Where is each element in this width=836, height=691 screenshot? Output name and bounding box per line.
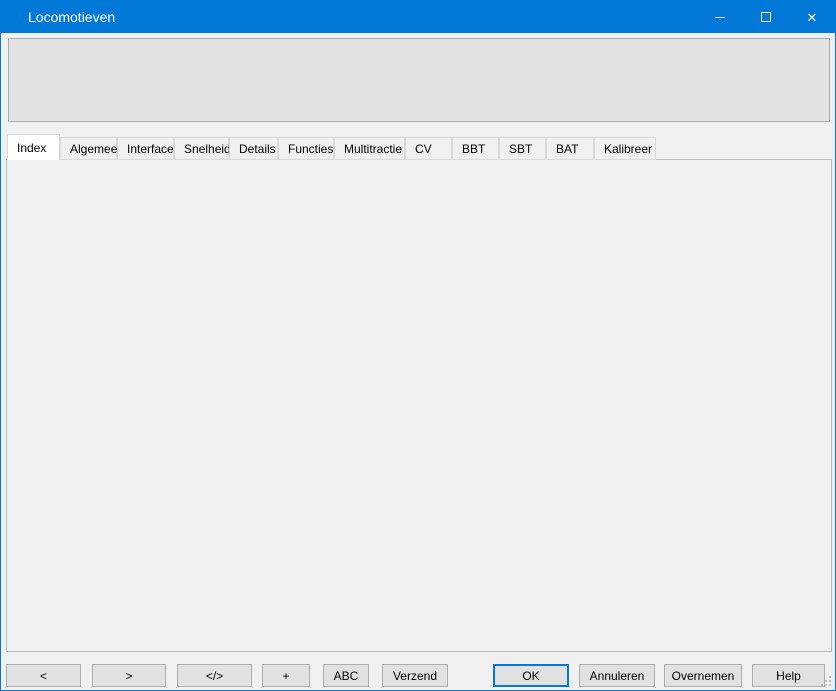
minimize-icon xyxy=(715,17,725,18)
window-controls: ✕ xyxy=(697,1,835,33)
tab-cv[interactable]: CV xyxy=(405,137,452,160)
locomotieven-dialog: Locomotieven ✕ Index Algemeen Interface … xyxy=(0,0,836,691)
code-button[interactable]: </> xyxy=(177,664,252,687)
verzend-button[interactable]: Verzend xyxy=(382,664,448,687)
maximize-icon xyxy=(761,12,771,22)
tab-interface[interactable]: Interface xyxy=(117,137,174,160)
tab-snelheid[interactable]: Snelheid xyxy=(174,137,229,160)
maximize-button[interactable] xyxy=(743,1,789,33)
annuleren-button[interactable]: Annuleren xyxy=(579,664,655,687)
help-button[interactable]: Help xyxy=(752,664,825,687)
close-icon: ✕ xyxy=(807,11,818,24)
window-title: Locomotieven xyxy=(1,9,115,25)
plus-button[interactable]: + xyxy=(262,664,310,687)
tab-kalibreer[interactable]: Kalibreer xyxy=(594,137,656,160)
tab-bbt[interactable]: BBT xyxy=(452,137,499,160)
resize-grip[interactable] xyxy=(821,676,832,687)
tab-index[interactable]: Index xyxy=(7,134,60,160)
tab-page-frame xyxy=(6,159,832,652)
tab-bat[interactable]: BAT xyxy=(546,137,594,160)
prev-button[interactable]: < xyxy=(6,664,81,687)
tab-sbt[interactable]: SBT xyxy=(499,137,546,160)
tab-multitractie[interactable]: Multitractie xyxy=(334,137,405,160)
abc-button[interactable]: ABC xyxy=(323,664,369,687)
tab-strip: Index Algemeen Interface Snelheid Detail… xyxy=(7,134,656,160)
tab-functies[interactable]: Functies xyxy=(278,137,334,160)
tab-details[interactable]: Details xyxy=(229,137,278,160)
close-button[interactable]: ✕ xyxy=(789,1,835,33)
top-info-panel xyxy=(8,38,830,122)
next-button[interactable]: > xyxy=(92,664,166,687)
tab-algemeen[interactable]: Algemeen xyxy=(60,137,117,160)
minimize-button[interactable] xyxy=(697,1,743,33)
overnemen-button[interactable]: Overnemen xyxy=(664,664,742,687)
titlebar[interactable]: Locomotieven ✕ xyxy=(1,1,835,33)
ok-button[interactable]: OK xyxy=(493,664,569,687)
